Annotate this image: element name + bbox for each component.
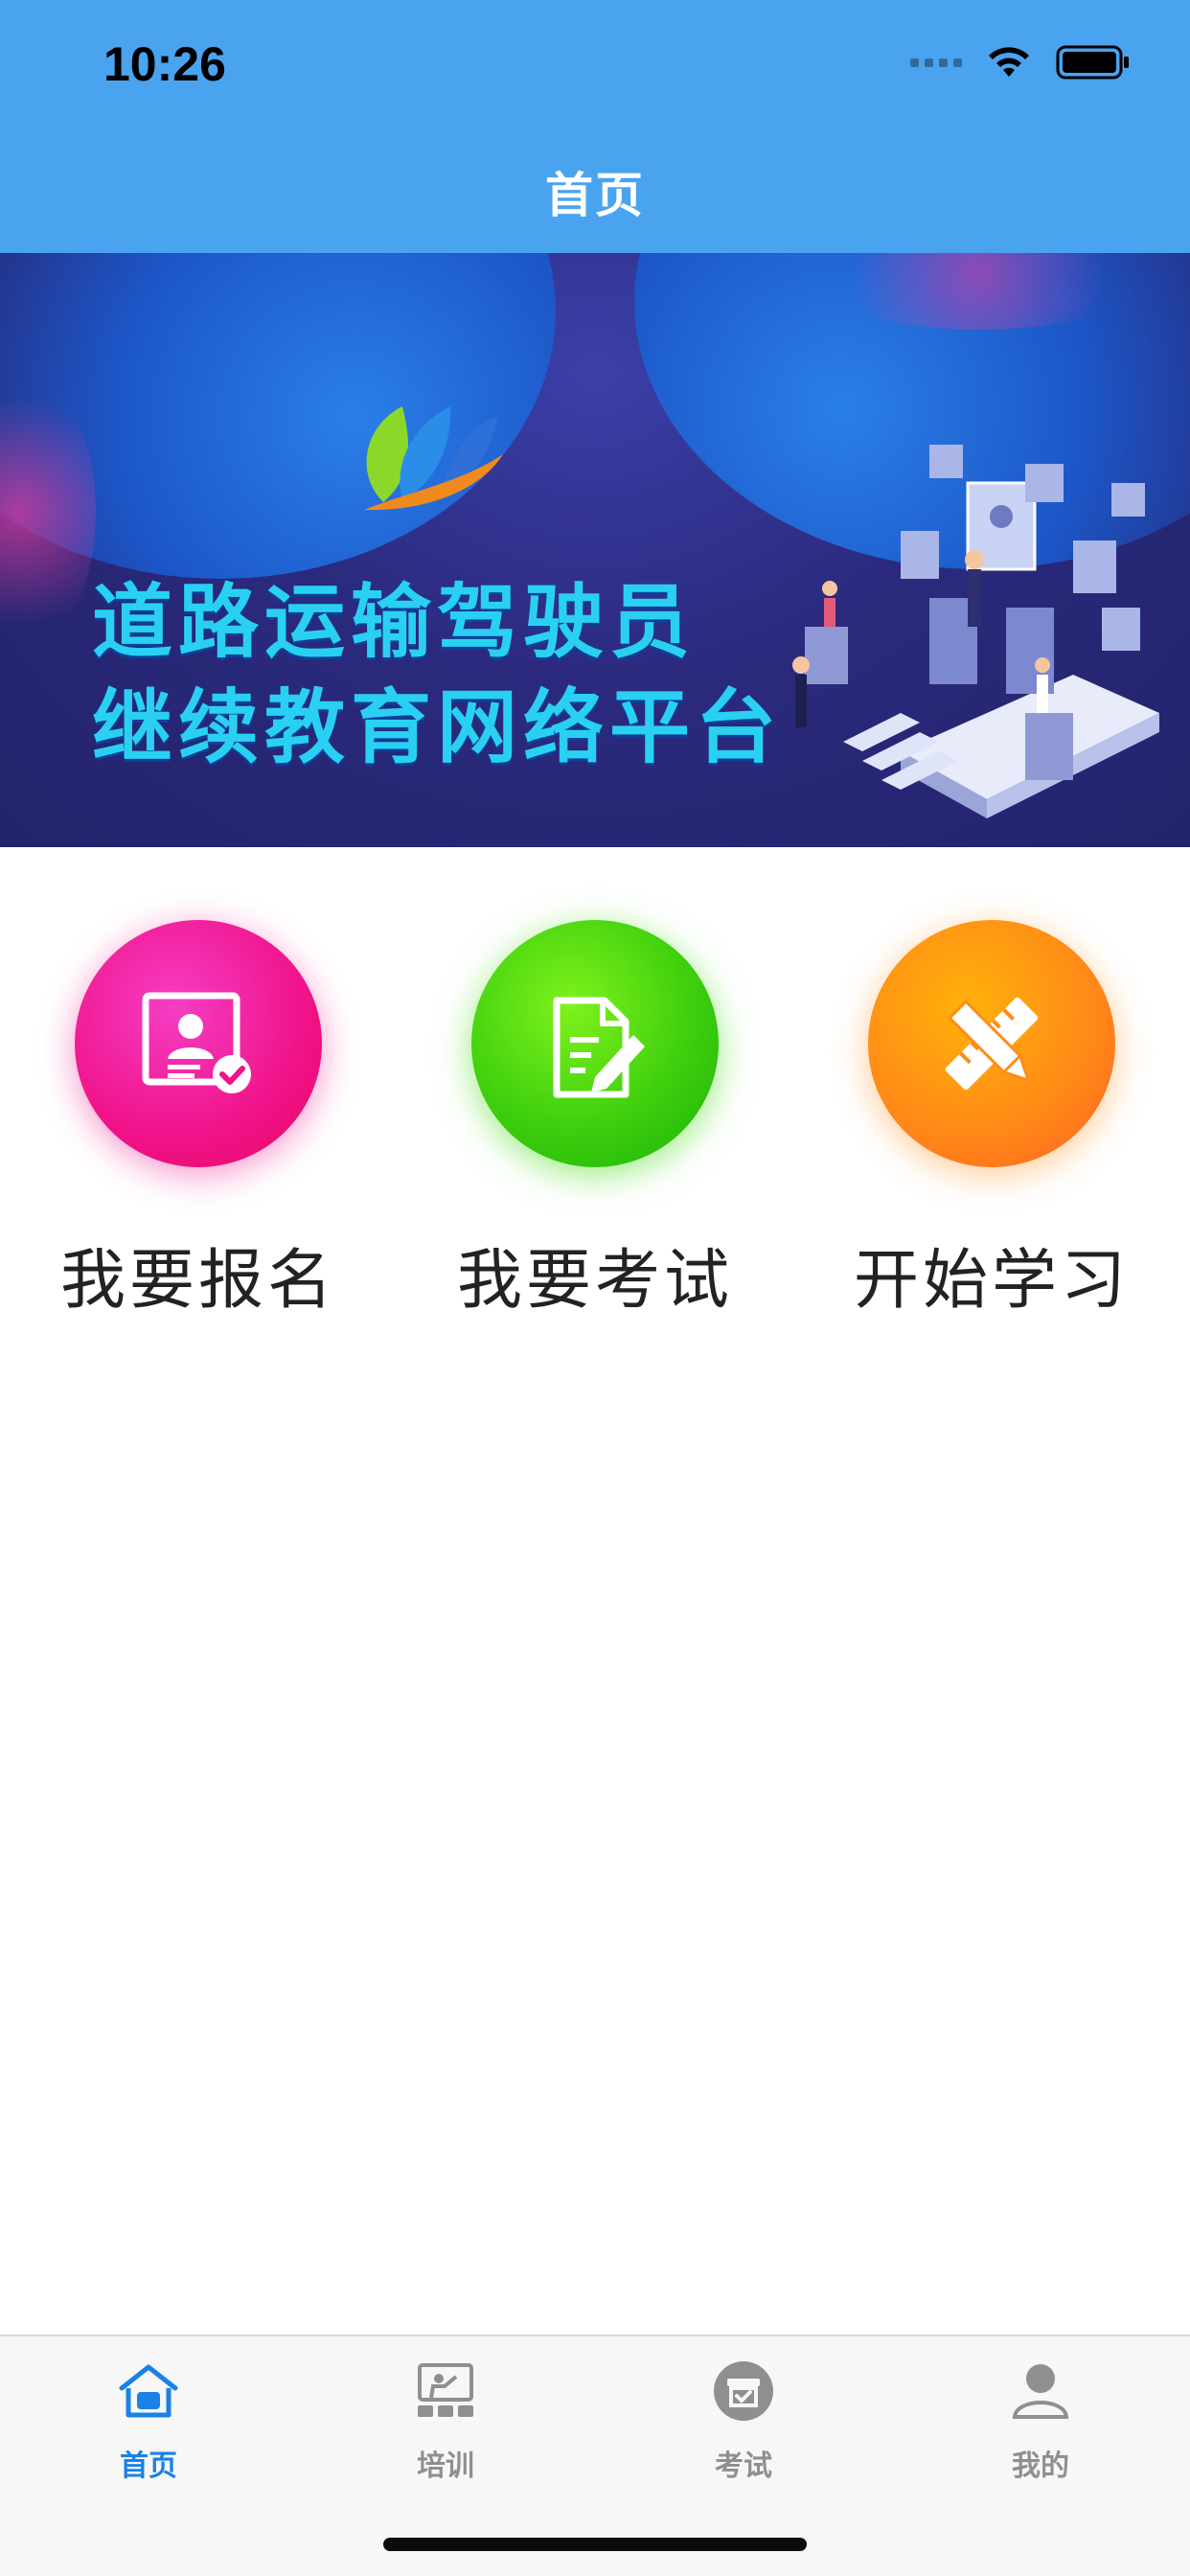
home-indicator[interactable] (383, 2538, 807, 2551)
shortcut-study-label: 开始学习 (853, 1243, 1130, 1319)
shortcut-exam-label: 我要考试 (456, 1243, 733, 1319)
tab-training[interactable]: 培训 (297, 2358, 594, 2501)
online-classroom-illustration (792, 445, 1159, 818)
platform-logo-icon (364, 406, 503, 511)
shortcut-study-button[interactable]: 开始学习 (793, 910, 1190, 1319)
register-circle[interactable] (75, 920, 322, 1167)
banner-carousel[interactable]: 道路运输驾驶员 继续教育网络平台 (0, 253, 1190, 847)
page-title: 首页 (545, 168, 645, 223)
shortcut-register-button[interactable]: 我要报名 (0, 910, 397, 1319)
tab-exam-label: 考试 (715, 2450, 772, 2483)
tab-profile[interactable]: 我的 (892, 2358, 1189, 2501)
banner-headline-2: 继续教育网络平台 (92, 680, 783, 774)
wifi-icon (989, 47, 1029, 77)
exam-paper-icon (553, 997, 645, 1098)
shortcut-exam-button[interactable]: 我要考试 (397, 910, 793, 1319)
profile-icon (1012, 2364, 1069, 2419)
home-screen: 10:26 首页 道路运输驾驶员 继续教育网络平台 我要报名 我要考试 开始学习… (0, 0, 1190, 2576)
status-time: 10:26 (103, 37, 226, 91)
status-indicators (910, 44, 1131, 80)
home-icon (119, 2364, 178, 2418)
tab-home[interactable]: 首页 (0, 2358, 297, 2501)
exam-circle[interactable] (471, 920, 719, 1167)
tab-profile-label: 我的 (1012, 2450, 1069, 2483)
shortcut-grid: 我要报名 我要考试 开始学习 (0, 910, 1190, 1319)
tab-exam[interactable]: 考试 (595, 2358, 892, 2501)
tab-home-label: 首页 (120, 2450, 177, 2483)
banner-headline-1: 道路运输驾驶员 (92, 575, 697, 669)
training-icon (418, 2363, 473, 2417)
exam-icon (714, 2361, 773, 2421)
battery-icon (1056, 45, 1129, 80)
cellular-signal-icon (910, 58, 962, 67)
id-card-icon (142, 992, 251, 1093)
app-header: 10:26 首页 (0, 0, 1190, 253)
study-circle[interactable] (868, 920, 1115, 1167)
pencil-ruler-icon (945, 997, 1039, 1091)
tab-training-label: 培训 (417, 2450, 474, 2483)
shortcut-register-label: 我要报名 (59, 1243, 336, 1319)
